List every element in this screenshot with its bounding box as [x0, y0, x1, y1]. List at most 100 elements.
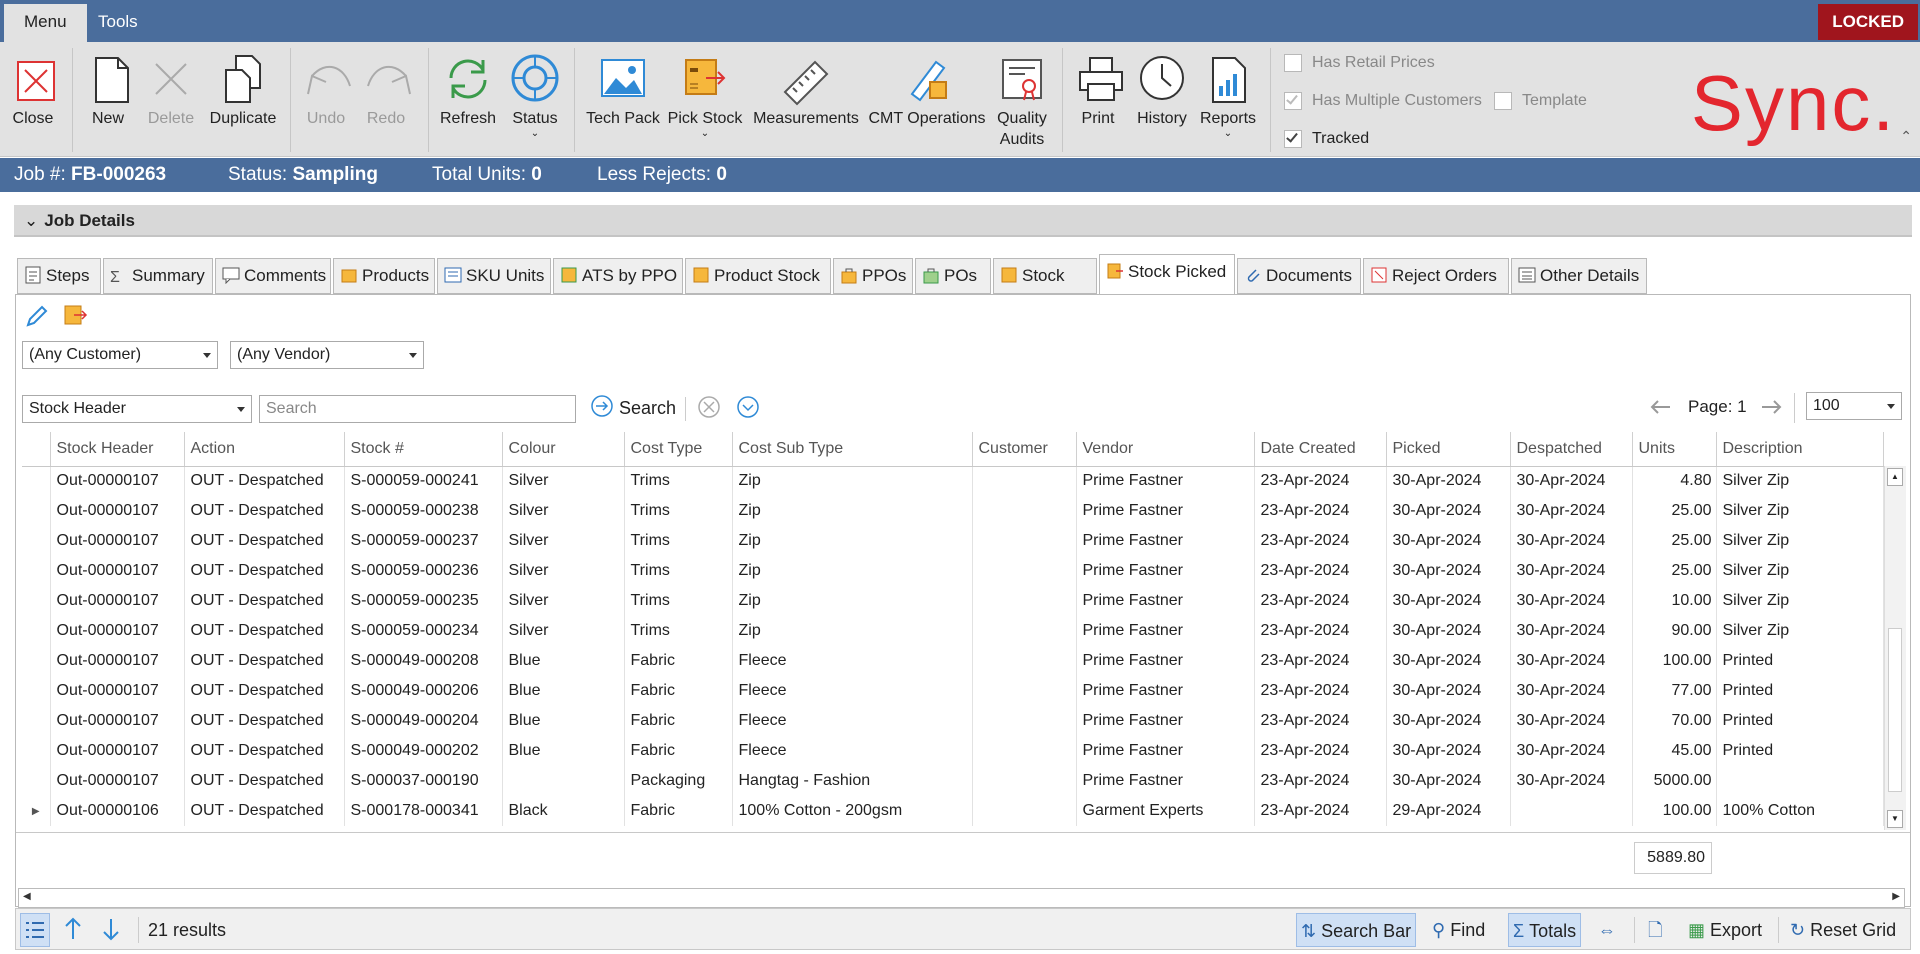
- customer-select[interactable]: (Any Customer): [22, 341, 218, 369]
- move-up-icon[interactable]: [58, 913, 88, 947]
- expand-search-icon[interactable]: [736, 395, 760, 419]
- tab-stock[interactable]: Stock: [993, 258, 1097, 294]
- tab-stock-picked[interactable]: Stock Picked: [1099, 254, 1235, 295]
- column-header[interactable]: Units: [1632, 432, 1717, 467]
- reset-grid-button[interactable]: ↻ Reset Grid: [1786, 913, 1900, 947]
- search-field-select[interactable]: Stock Header: [22, 395, 252, 423]
- table-row[interactable]: ▶ Out-00000106 OUT - Despatched S-000178-00…: [22, 796, 1884, 826]
- page-size-select[interactable]: 100: [1806, 392, 1902, 420]
- job-details-header[interactable]: ⌄ Job Details: [14, 205, 1912, 237]
- table-cell: [972, 706, 1077, 736]
- delete-button[interactable]: Delete: [142, 50, 200, 152]
- close-button[interactable]: Close: [6, 50, 60, 152]
- column-header[interactable]: Vendor: [1076, 432, 1255, 467]
- table-row[interactable]: Out-00000107 OUT - Despatched S-000049-000…: [22, 646, 1884, 676]
- table-row[interactable]: Out-00000107 OUT - Despatched S-000059-000…: [22, 496, 1884, 526]
- has-retail-prices-checkbox[interactable]: Has Retail Prices: [1284, 52, 1435, 76]
- column-header[interactable]: Date Created: [1254, 432, 1387, 467]
- undo-button[interactable]: Undo: [300, 50, 352, 152]
- vendor-select[interactable]: (Any Vendor): [230, 341, 424, 369]
- measurements-button[interactable]: Measurements: [750, 50, 862, 152]
- delete-icon: [142, 50, 200, 108]
- duplicate-button[interactable]: Duplicate: [206, 50, 280, 152]
- new-button[interactable]: New: [82, 50, 134, 152]
- column-header[interactable]: Description: [1716, 432, 1884, 467]
- vertical-scrollbar[interactable]: ▲ ▼: [1884, 466, 1906, 830]
- table-row[interactable]: Out-00000107 OUT - Despatched S-000059-000…: [22, 586, 1884, 616]
- collapse-ribbon-icon[interactable]: ⌃: [1900, 128, 1912, 145]
- search-input[interactable]: Search: [259, 395, 576, 423]
- reports-button[interactable]: Reports ⌄: [1196, 50, 1260, 152]
- table-cell: S-000059-000235: [344, 586, 503, 616]
- column-header[interactable]: Despatched: [1510, 432, 1633, 467]
- scroll-right-icon[interactable]: ▶: [1892, 891, 1900, 902]
- has-multiple-customers-checkbox[interactable]: Has Multiple Customers: [1284, 90, 1482, 114]
- status-button[interactable]: Status ⌄: [506, 50, 564, 152]
- cmt-operations-button[interactable]: CMT Operations: [866, 50, 988, 152]
- new-document-icon: [82, 50, 140, 108]
- job-info-bar: Job #: FB-000263 Status: Sampling Total …: [0, 158, 1920, 192]
- tab-sku-units[interactable]: SKU Units: [437, 258, 551, 294]
- dropdown-arrow-icon: [237, 407, 245, 412]
- pick-stock-button[interactable]: Pick Stock ⌄: [666, 50, 744, 152]
- table-row[interactable]: Out-00000107 OUT - Despatched S-000059-000…: [22, 526, 1884, 556]
- move-down-icon[interactable]: [96, 913, 126, 947]
- tab-reject-orders[interactable]: Reject Orders: [1363, 258, 1509, 294]
- table-row[interactable]: Out-00000107 OUT - Despatched S-000037-000…: [22, 766, 1884, 796]
- refresh-button[interactable]: Refresh: [436, 50, 500, 152]
- search-bar-toggle[interactable]: ⇅ Search Bar: [1296, 913, 1417, 947]
- table-row[interactable]: Out-00000107 OUT - Despatched S-000059-000…: [22, 616, 1884, 646]
- tab-product-stock[interactable]: Product Stock: [685, 258, 831, 294]
- previous-page-icon[interactable]: [1648, 395, 1674, 419]
- next-page-icon[interactable]: [1758, 395, 1784, 419]
- table-row[interactable]: Out-00000107 OUT - Despatched S-000059-000…: [22, 556, 1884, 586]
- tab-ppos[interactable]: PPOs: [833, 258, 913, 294]
- menu-tab-tools[interactable]: Tools: [78, 4, 158, 42]
- quality-audits-button[interactable]: Quality Audits: [992, 50, 1052, 152]
- tab-other-details[interactable]: Other Details: [1511, 258, 1647, 294]
- scroll-thumb[interactable]: [1888, 628, 1902, 792]
- column-header[interactable]: Customer: [972, 432, 1077, 467]
- list-icon: [1518, 266, 1536, 284]
- tab-documents[interactable]: Documents: [1237, 258, 1361, 294]
- template-checkbox[interactable]: Template: [1494, 90, 1587, 114]
- search-button[interactable]: Search: [590, 393, 676, 423]
- scroll-left-icon[interactable]: ◀: [23, 891, 31, 902]
- table-row[interactable]: Out-00000107 OUT - Despatched S-000059-000…: [22, 466, 1884, 496]
- column-header[interactable]: Cost Sub Type: [732, 432, 973, 467]
- scroll-up-icon[interactable]: ▲: [1887, 468, 1903, 486]
- tab-ats-by-ppo[interactable]: ATS by PPO: [553, 258, 683, 294]
- edit-icon[interactable]: [24, 303, 50, 329]
- tech-pack-button[interactable]: Tech Pack: [584, 50, 662, 152]
- print-button[interactable]: Print: [1072, 50, 1124, 152]
- print-preview-icon[interactable]: 🗋: [1644, 913, 1666, 947]
- column-header[interactable]: Stock Header: [50, 432, 185, 467]
- clear-search-icon[interactable]: [697, 395, 721, 419]
- history-button[interactable]: History: [1132, 50, 1192, 152]
- totals-toggle[interactable]: Σ Totals: [1508, 913, 1582, 947]
- redo-button[interactable]: Redo: [360, 50, 412, 152]
- fit-columns-icon[interactable]: ⇔: [1594, 913, 1620, 947]
- column-header[interactable]: Picked: [1386, 432, 1511, 467]
- tab-products[interactable]: Products: [333, 258, 435, 294]
- column-header[interactable]: Action: [184, 432, 345, 467]
- table-cell: Fleece: [732, 736, 973, 766]
- horizontal-scrollbar[interactable]: ◀ ▶: [18, 888, 1905, 908]
- table-row[interactable]: Out-00000107 OUT - Despatched S-000049-000…: [22, 706, 1884, 736]
- tab-pos[interactable]: POs: [915, 258, 991, 294]
- list-view-icon[interactable]: [20, 913, 50, 947]
- menu-tab-menu[interactable]: Menu: [4, 4, 87, 42]
- scroll-down-icon[interactable]: ▼: [1887, 810, 1903, 828]
- tracked-checkbox[interactable]: Tracked: [1284, 128, 1369, 152]
- find-button[interactable]: ⚲ Find: [1428, 913, 1489, 947]
- table-row[interactable]: Out-00000107 OUT - Despatched S-000049-000…: [22, 736, 1884, 766]
- export-button[interactable]: ▦ Export: [1684, 913, 1766, 947]
- column-header[interactable]: Stock #: [344, 432, 503, 467]
- table-row[interactable]: Out-00000107 OUT - Despatched S-000049-000…: [22, 676, 1884, 706]
- tab-comments[interactable]: Comments: [215, 258, 331, 294]
- column-header[interactable]: Cost Type: [624, 432, 733, 467]
- tab-summary[interactable]: Σ Summary: [103, 258, 213, 294]
- tab-steps[interactable]: Steps: [17, 258, 101, 294]
- column-header[interactable]: Colour: [502, 432, 625, 467]
- pick-stock-icon[interactable]: [62, 303, 88, 329]
